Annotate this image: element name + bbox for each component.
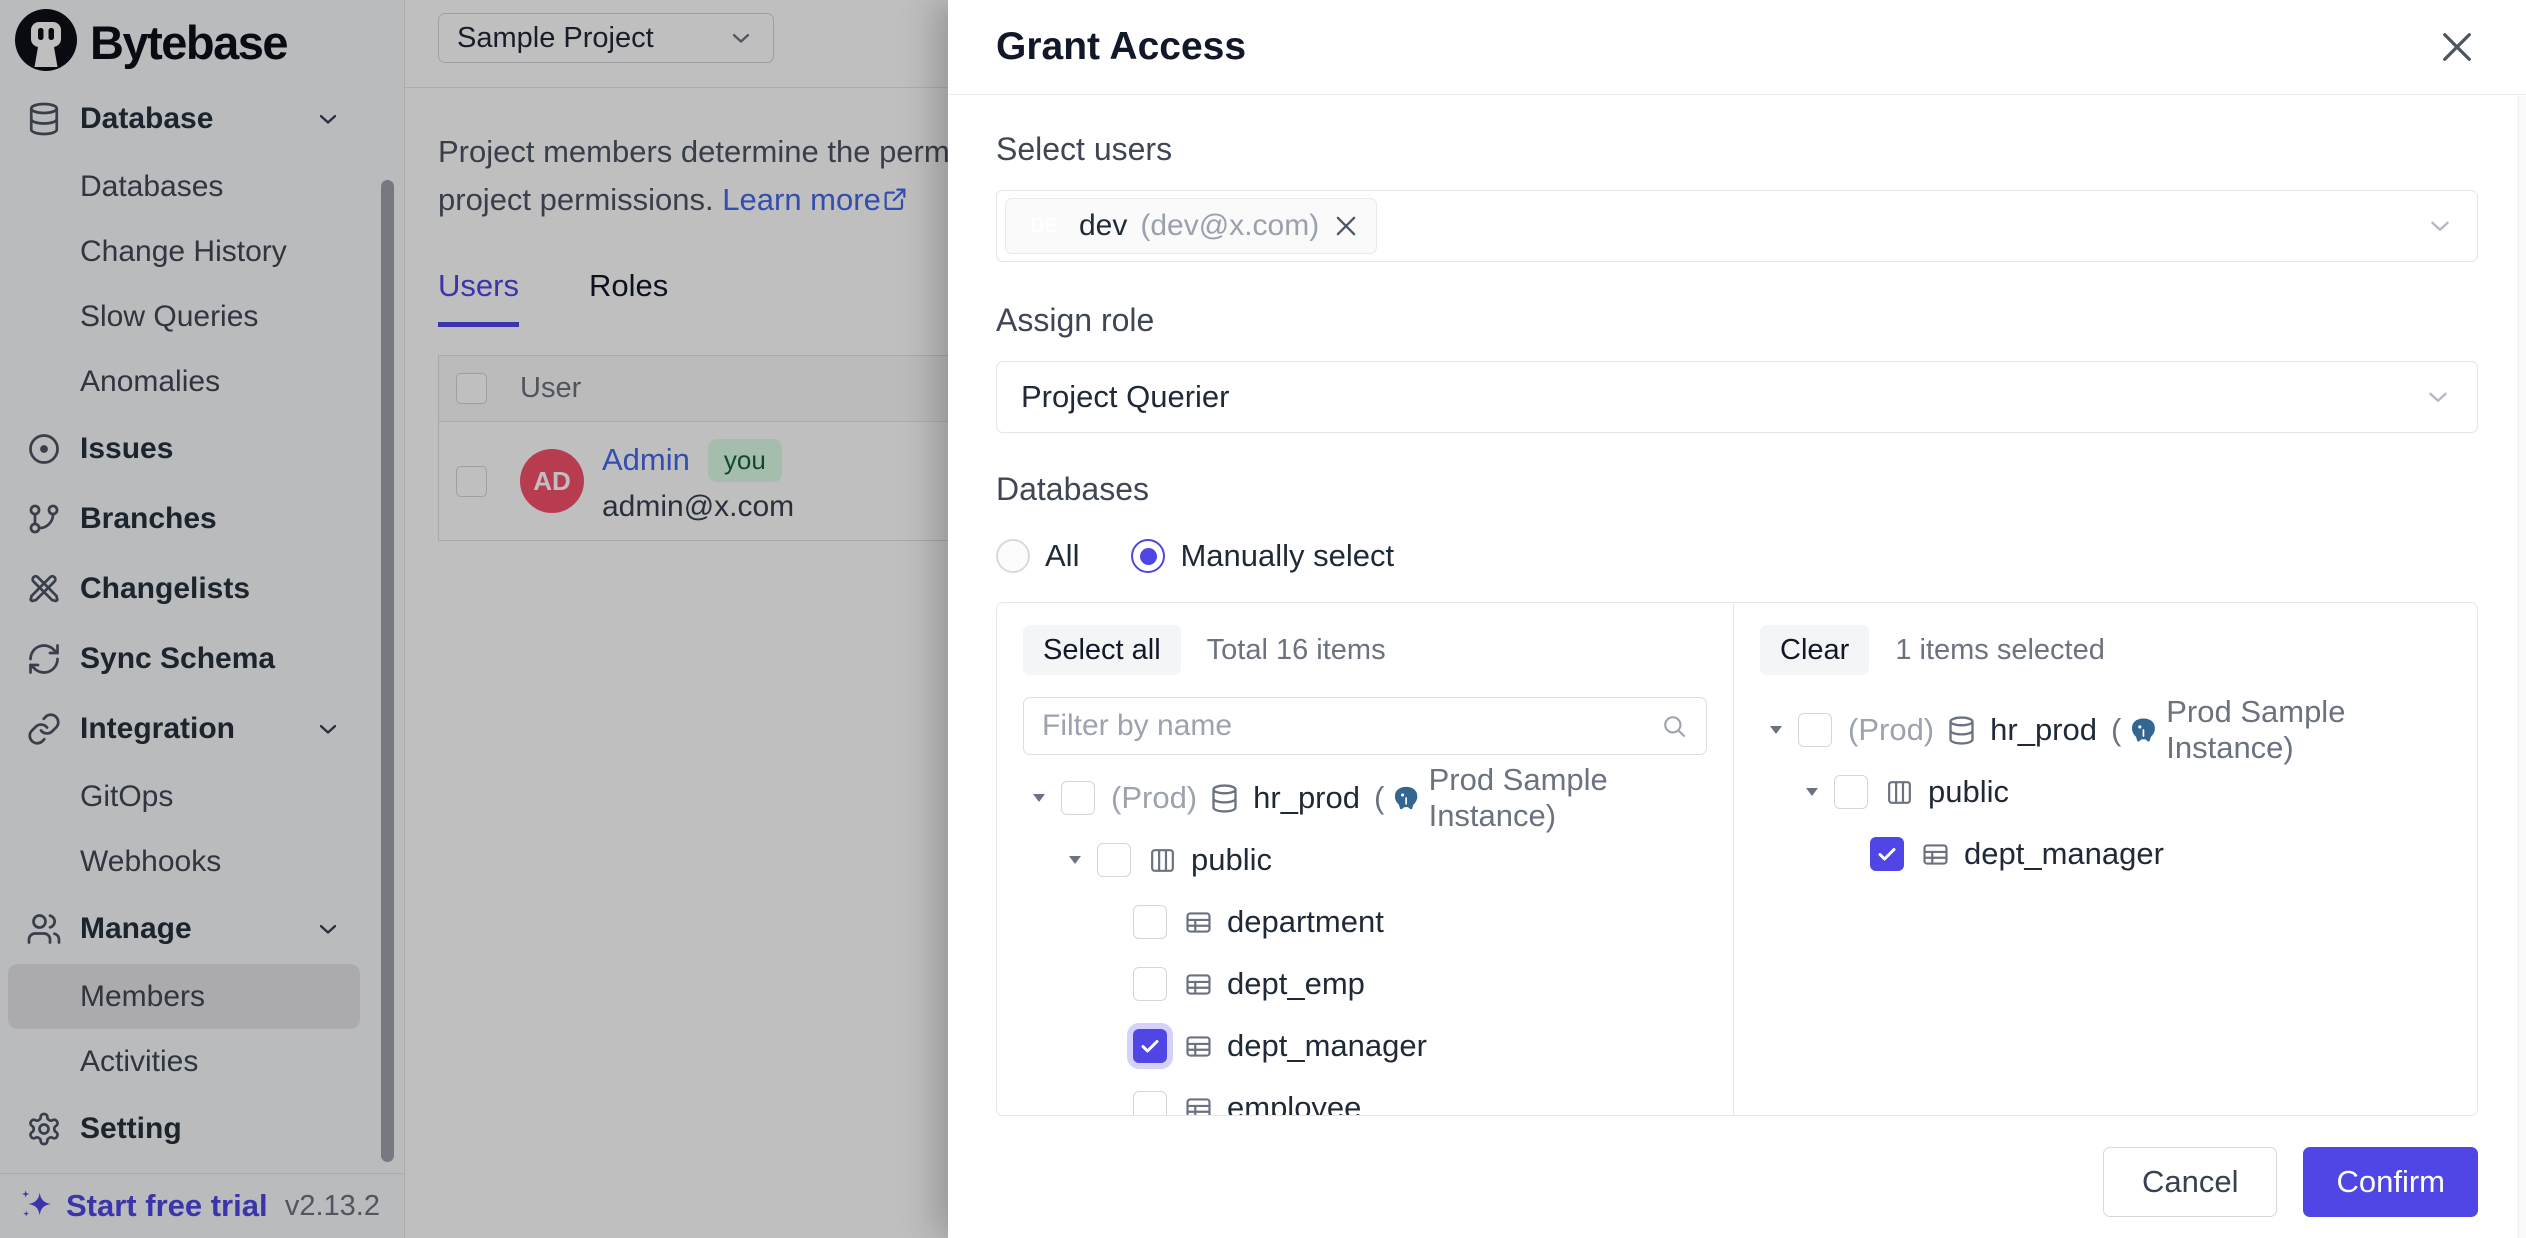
check-icon: [1875, 842, 1899, 866]
filter-input-wrap: [1023, 697, 1707, 755]
modal-footer: Cancel Confirm: [948, 1126, 2526, 1238]
modal-title: Grant Access: [996, 25, 1246, 69]
checkbox[interactable]: [1133, 1091, 1167, 1115]
total-items-label: Total 16 items: [1207, 634, 1386, 667]
table-icon: [1920, 839, 1951, 870]
schema-icon: [1884, 777, 1915, 808]
checkbox[interactable]: [1798, 713, 1832, 747]
radio-circle[interactable]: [996, 539, 1030, 573]
selected-count-label: 1 items selected: [1895, 634, 2105, 667]
checkbox[interactable]: [1133, 905, 1167, 939]
caret-down-icon[interactable]: [1764, 718, 1788, 742]
tree-row-table[interactable]: dept_manager: [1760, 823, 2451, 885]
checkbox[interactable]: [1834, 775, 1868, 809]
modal-body: Select users DE dev (dev@x.com) Assign r…: [948, 131, 2526, 1116]
caret-down-icon[interactable]: [1027, 786, 1051, 810]
clear-button[interactable]: Clear: [1760, 625, 1869, 675]
avatar: DE: [1022, 204, 1066, 248]
select-users-input[interactable]: DE dev (dev@x.com): [996, 190, 2478, 262]
confirm-button[interactable]: Confirm: [2303, 1147, 2478, 1217]
close-icon[interactable]: [2436, 26, 2478, 68]
table-icon: [1183, 907, 1214, 938]
radio-manually-select[interactable]: Manually select: [1131, 538, 1394, 574]
radio-circle-selected[interactable]: [1131, 539, 1165, 573]
cancel-button[interactable]: Cancel: [2103, 1147, 2278, 1217]
caret-down-icon[interactable]: [1800, 780, 1824, 804]
tree-row-table[interactable]: dept_emp: [1023, 953, 1707, 1015]
role-select[interactable]: Project Querier: [996, 361, 2478, 433]
check-icon: [1138, 1034, 1162, 1058]
table-icon: [1183, 1093, 1214, 1116]
table-icon: [1183, 969, 1214, 1000]
grant-access-modal: Grant Access Select users DE dev (dev@x.…: [948, 0, 2526, 1238]
checkbox[interactable]: [1061, 781, 1095, 815]
databases-label: Databases: [996, 471, 2478, 508]
picker-selected-pane: Clear 1 items selected (Prod) hr_prod (P…: [1734, 603, 2477, 1115]
modal-header: Grant Access: [948, 0, 2526, 95]
radio-all[interactable]: All: [996, 538, 1079, 574]
checkbox[interactable]: [1133, 967, 1167, 1001]
database-icon: [1946, 715, 1977, 746]
checkbox-checked[interactable]: [1870, 837, 1904, 871]
postgresql-icon: [2129, 714, 2158, 746]
bytebase-app: Bytebase Database Databases Change Histo…: [0, 0, 2526, 1238]
picker-source-pane: Select all Total 16 items (Prod): [997, 603, 1734, 1115]
tree-row-schema[interactable]: public: [1760, 761, 2451, 823]
table-icon: [1183, 1031, 1214, 1062]
postgresql-icon: [1392, 782, 1420, 814]
tree-row-database[interactable]: (Prod) hr_prod (Prod Sample Instance): [1023, 767, 1707, 829]
select-all-button[interactable]: Select all: [1023, 625, 1181, 675]
tree-row-schema[interactable]: public: [1023, 829, 1707, 891]
select-users-label: Select users: [996, 131, 2478, 168]
database-picker: Select all Total 16 items (Prod): [996, 602, 2478, 1116]
modal-scrollbar[interactable]: [2518, 96, 2526, 1238]
schema-icon: [1147, 845, 1178, 876]
checkbox[interactable]: [1097, 843, 1131, 877]
checkbox-checked[interactable]: [1133, 1029, 1167, 1063]
assign-role-label: Assign role: [996, 302, 2478, 339]
chevron-down-icon: [2423, 382, 2453, 412]
source-tree: (Prod) hr_prod (Prod Sample Instance) pu…: [1023, 767, 1707, 1115]
database-scope-radios: All Manually select: [996, 538, 2478, 574]
database-icon: [1209, 783, 1240, 814]
search-icon: [1660, 712, 1688, 740]
tree-row-database[interactable]: (Prod) hr_prod (Prod Sample Instance): [1760, 699, 2451, 761]
tree-row-table[interactable]: dept_manager: [1023, 1015, 1707, 1077]
remove-user-icon[interactable]: [1332, 212, 1360, 240]
tree-row-table[interactable]: employee: [1023, 1077, 1707, 1115]
caret-down-icon[interactable]: [1063, 848, 1087, 872]
selected-tree: (Prod) hr_prod (Prod Sample Instance) pu…: [1760, 699, 2451, 885]
filter-input[interactable]: [1042, 709, 1660, 743]
chevron-down-icon: [2425, 211, 2455, 241]
selected-user-chip: DE dev (dev@x.com): [1005, 198, 1377, 254]
tree-row-table[interactable]: department: [1023, 891, 1707, 953]
